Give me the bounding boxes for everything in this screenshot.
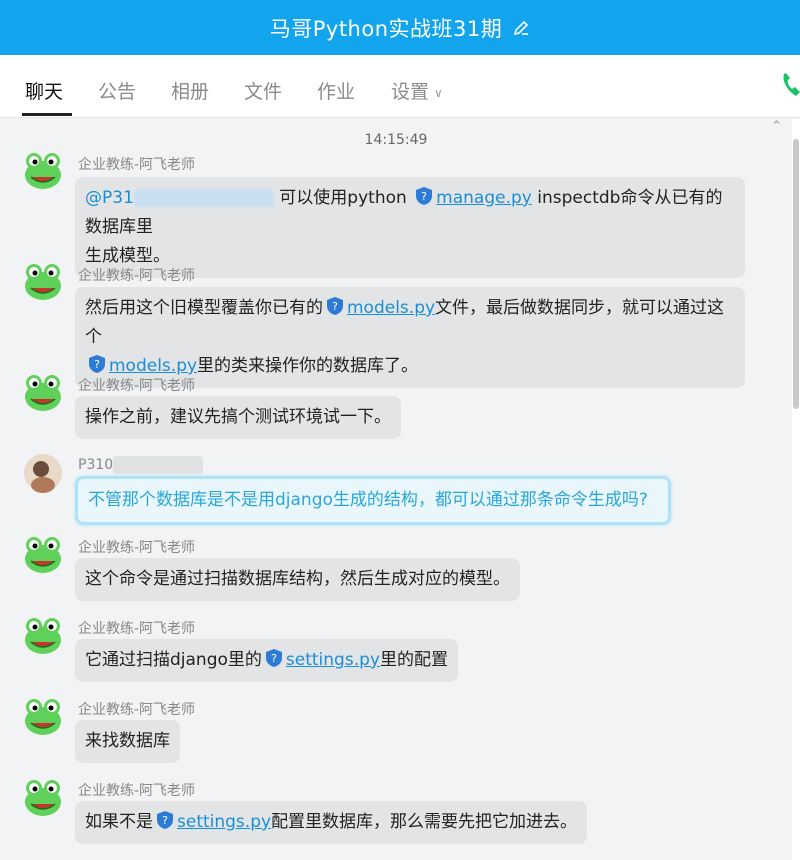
link[interactable]: settings.py <box>177 812 271 832</box>
svg-text:?: ? <box>421 190 427 203</box>
message-text: 里的类来操作你的数据库了。 <box>197 356 419 376</box>
title-bar: 马哥Python实战班31期 <box>0 0 800 55</box>
message-bubble[interactable]: 它通过扫描django里的? settings.py里的配置 <box>75 639 458 682</box>
frog-avatar[interactable] <box>23 697 63 737</box>
shield-icon: ? <box>416 187 433 205</box>
message-sender: P310 <box>78 456 204 474</box>
shield-icon: ? <box>89 355 105 373</box>
message-text: 里的配置 <box>379 650 448 670</box>
message-sender: 企业教练-阿飞老师 <box>78 268 196 284</box>
link[interactable]: manage.py <box>436 188 532 208</box>
tab-chat[interactable]: 聊天 <box>25 77 63 104</box>
link[interactable]: models.py <box>109 356 197 376</box>
frog-avatar[interactable] <box>23 151 63 191</box>
chat-area[interactable]: ⌃ 14:15:49 企业教练-阿飞老师 @P31 可以使用python ? ma… <box>0 119 792 860</box>
message-sender: 企业教练-阿飞老师 <box>78 540 196 556</box>
tab-album[interactable]: 相册 <box>171 77 209 104</box>
message-bubble[interactable]: @P31 可以使用python ? manage.py inspectdb命令从已… <box>75 177 745 278</box>
svg-text:?: ? <box>162 814 168 827</box>
svg-text:?: ? <box>332 300 338 313</box>
message-bubble[interactable]: 如果不是? settings.py配置里数据库，那么需要先把它加进去。 <box>75 801 588 844</box>
tab-files[interactable]: 文件 <box>244 77 282 104</box>
frog-avatar[interactable] <box>23 616 63 656</box>
message-sender: 企业教练-阿飞老师 <box>78 157 196 173</box>
message-text: 配置里数据库，那么需要先把它加进去。 <box>271 812 578 832</box>
user-avatar[interactable] <box>23 453 63 493</box>
message-text: 如果不是 <box>85 812 153 832</box>
active-tab-indicator <box>22 113 72 116</box>
svg-text:?: ? <box>94 358 100 371</box>
timestamp: 14:15:49 <box>364 132 428 148</box>
phone-icon[interactable] <box>780 70 800 100</box>
message-text: 可以使用python <box>279 188 407 208</box>
group-title: 马哥Python实战班31期 <box>269 16 503 41</box>
tab-bar: 聊天 公告 相册 文件 作业 设置 ∨ <box>0 55 800 118</box>
shield-icon: ? <box>157 811 173 829</box>
mention[interactable]: @P31 <box>85 188 134 208</box>
message-text: 操作之前，建议先搞个测试环境试一下。 <box>85 407 391 427</box>
frog-avatar[interactable] <box>23 778 63 818</box>
link[interactable]: models.py <box>347 298 435 318</box>
svg-text:?: ? <box>271 652 277 665</box>
tab-settings[interactable]: 设置 ∨ <box>391 77 443 104</box>
chevron-down-icon: ∨ <box>434 85 443 100</box>
tab-settings-label: 设置 <box>391 81 430 103</box>
message-bubble[interactable]: 操作之前，建议先搞个测试环境试一下。 <box>75 396 401 439</box>
message-sender: 企业教练-阿飞老师 <box>78 783 196 799</box>
message-text: 这个命令是通过扫描数据库结构，然后生成对应的模型。 <box>85 569 510 589</box>
frog-avatar[interactable] <box>23 262 63 302</box>
message-sender: 企业教练-阿飞老师 <box>78 378 196 394</box>
message-bubble[interactable]: 来找数据库 <box>75 720 180 763</box>
message-text: 不管那个数据库是不是用django生成的结构，都可以通过那条命令生成吗? <box>88 490 648 510</box>
message-text: 然后用这个旧模型覆盖你已有的 <box>85 298 323 318</box>
scrollbar[interactable] <box>792 119 800 860</box>
frog-avatar[interactable] <box>23 373 63 413</box>
tab-announcement[interactable]: 公告 <box>98 77 136 104</box>
frog-avatar[interactable] <box>23 535 63 575</box>
message-sender: 企业教练-阿飞老师 <box>78 621 196 637</box>
redacted-name <box>133 189 274 207</box>
message-bubble[interactable]: 这个命令是通过扫描数据库结构，然后生成对应的模型。 <box>75 558 520 601</box>
message-text: 生成模型。 <box>85 246 170 266</box>
sender-name: P310 <box>78 457 114 473</box>
message-text: 来找数据库 <box>85 731 170 751</box>
scrollbar-thumb[interactable] <box>793 139 799 409</box>
message-sender: 企业教练-阿飞老师 <box>78 702 196 718</box>
link[interactable]: settings.py <box>286 650 380 670</box>
edit-icon[interactable] <box>512 19 530 37</box>
shield-icon: ? <box>265 649 282 667</box>
message-text: 它通过扫描django里的 <box>85 650 262 670</box>
redacted-name <box>113 456 204 474</box>
tab-homework[interactable]: 作业 <box>317 77 355 104</box>
shield-icon: ? <box>327 297 343 315</box>
message-bubble[interactable]: 然后用这个旧模型覆盖你已有的? models.py文件，最后做数据同步，就可以通过… <box>75 287 745 388</box>
message-bubble-highlighted[interactable]: 不管那个数据库是不是用django生成的结构，都可以通过那条命令生成吗? <box>75 476 671 525</box>
